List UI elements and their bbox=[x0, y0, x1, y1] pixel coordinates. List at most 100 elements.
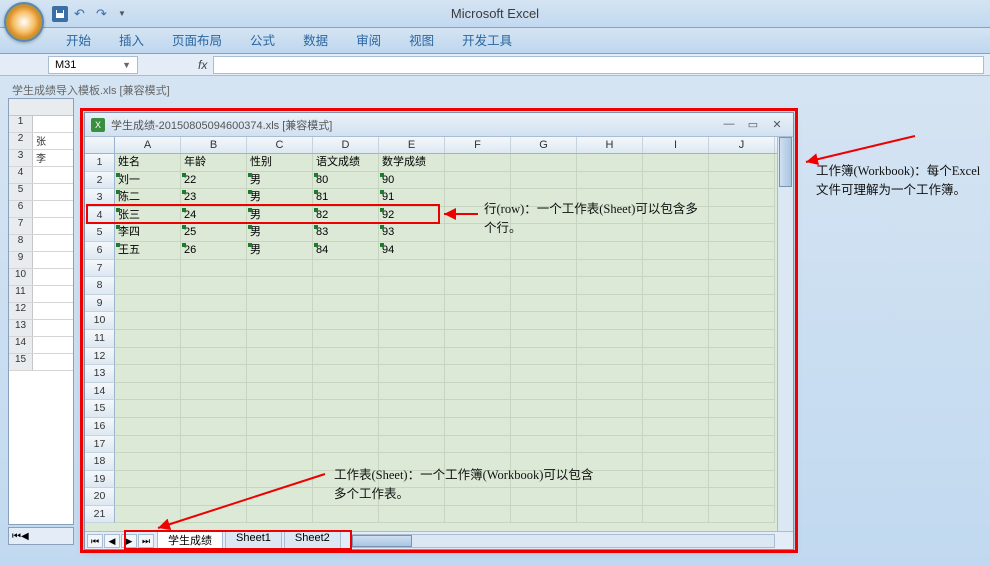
cell[interactable] bbox=[181, 471, 247, 489]
column-header-H[interactable]: H bbox=[577, 137, 643, 153]
cell[interactable]: 男 bbox=[247, 242, 313, 260]
cell[interactable] bbox=[709, 295, 775, 313]
cell[interactable] bbox=[577, 277, 643, 295]
ribbon-tab-4[interactable]: 数据 bbox=[289, 26, 342, 53]
cell[interactable] bbox=[643, 471, 709, 489]
cell[interactable] bbox=[511, 348, 577, 366]
cell[interactable] bbox=[709, 277, 775, 295]
cell[interactable] bbox=[247, 295, 313, 313]
nav-first-icon[interactable]: ⏮ bbox=[12, 531, 21, 542]
vertical-scrollbar[interactable] bbox=[777, 137, 793, 531]
cell[interactable] bbox=[709, 172, 775, 190]
cell[interactable] bbox=[511, 277, 577, 295]
cell[interactable] bbox=[115, 365, 181, 383]
cell[interactable] bbox=[181, 277, 247, 295]
cell[interactable] bbox=[511, 506, 577, 524]
save-icon[interactable] bbox=[52, 6, 68, 22]
cell[interactable] bbox=[709, 453, 775, 471]
row-header[interactable]: 3 bbox=[85, 189, 115, 207]
column-header-G[interactable]: G bbox=[511, 137, 577, 153]
cell[interactable] bbox=[511, 154, 577, 172]
cell[interactable] bbox=[247, 277, 313, 295]
cell[interactable] bbox=[247, 453, 313, 471]
cell[interactable] bbox=[247, 418, 313, 436]
sheet-tab-2[interactable]: Sheet2 bbox=[284, 530, 341, 549]
cell[interactable] bbox=[709, 488, 775, 506]
cell[interactable] bbox=[115, 418, 181, 436]
cell[interactable] bbox=[577, 154, 643, 172]
cell[interactable] bbox=[577, 242, 643, 260]
cell[interactable] bbox=[379, 383, 445, 401]
cell[interactable]: 男 bbox=[247, 207, 313, 225]
column-header-J[interactable]: J bbox=[709, 137, 775, 153]
column-header-D[interactable]: D bbox=[313, 137, 379, 153]
cell[interactable] bbox=[643, 154, 709, 172]
cell[interactable] bbox=[115, 260, 181, 278]
cell[interactable] bbox=[247, 506, 313, 524]
sheet-tab-1[interactable]: Sheet1 bbox=[225, 530, 282, 549]
cell[interactable] bbox=[115, 330, 181, 348]
cell[interactable] bbox=[709, 436, 775, 454]
qat-dropdown-icon[interactable]: ▼ bbox=[118, 9, 126, 18]
row-header[interactable]: 17 bbox=[85, 436, 115, 454]
horizontal-scrollbar[interactable] bbox=[351, 534, 775, 548]
cell[interactable] bbox=[379, 277, 445, 295]
cell[interactable]: 男 bbox=[247, 224, 313, 242]
cell[interactable]: 张三 bbox=[115, 207, 181, 225]
cell[interactable] bbox=[577, 172, 643, 190]
row-header[interactable]: 6 bbox=[85, 242, 115, 260]
cell[interactable] bbox=[313, 295, 379, 313]
ribbon-tab-5[interactable]: 审阅 bbox=[342, 26, 395, 53]
cell[interactable] bbox=[511, 418, 577, 436]
cell[interactable] bbox=[709, 260, 775, 278]
cell[interactable] bbox=[643, 295, 709, 313]
cell[interactable] bbox=[445, 154, 511, 172]
cell[interactable] bbox=[709, 506, 775, 524]
cell[interactable] bbox=[643, 348, 709, 366]
cell[interactable] bbox=[709, 383, 775, 401]
row-header[interactable]: 9 bbox=[85, 295, 115, 313]
cell[interactable] bbox=[313, 312, 379, 330]
name-box[interactable]: M31 ▼ bbox=[48, 56, 138, 74]
cell[interactable] bbox=[247, 471, 313, 489]
nav-prev-icon[interactable]: ◀ bbox=[21, 531, 29, 542]
cell[interactable] bbox=[247, 400, 313, 418]
cell[interactable] bbox=[247, 348, 313, 366]
cell[interactable]: 24 bbox=[181, 207, 247, 225]
ribbon-tab-0[interactable]: 开始 bbox=[52, 26, 105, 53]
formula-input[interactable] bbox=[213, 56, 984, 74]
cell[interactable]: 22 bbox=[181, 172, 247, 190]
row-header[interactable]: 20 bbox=[85, 488, 115, 506]
cell[interactable] bbox=[445, 295, 511, 313]
cell[interactable]: 语文成绩 bbox=[313, 154, 379, 172]
cell[interactable] bbox=[247, 488, 313, 506]
sheet-nav-btn-1[interactable]: ◀ bbox=[104, 534, 120, 548]
cell[interactable] bbox=[115, 383, 181, 401]
row-header[interactable]: 4 bbox=[85, 207, 115, 225]
cell[interactable] bbox=[709, 365, 775, 383]
cell[interactable] bbox=[379, 418, 445, 436]
cell[interactable]: 82 bbox=[313, 207, 379, 225]
cell[interactable] bbox=[181, 418, 247, 436]
cell[interactable] bbox=[181, 383, 247, 401]
cell[interactable] bbox=[643, 172, 709, 190]
cell[interactable] bbox=[643, 330, 709, 348]
column-header-F[interactable]: F bbox=[445, 137, 511, 153]
cell[interactable] bbox=[643, 365, 709, 383]
cell[interactable] bbox=[511, 400, 577, 418]
row-header[interactable]: 13 bbox=[85, 365, 115, 383]
cell[interactable] bbox=[709, 207, 775, 225]
cell[interactable] bbox=[181, 295, 247, 313]
cell[interactable] bbox=[379, 330, 445, 348]
cell[interactable] bbox=[709, 154, 775, 172]
cell[interactable] bbox=[247, 383, 313, 401]
ribbon-tab-3[interactable]: 公式 bbox=[236, 26, 289, 53]
cell[interactable] bbox=[445, 348, 511, 366]
cell[interactable] bbox=[445, 330, 511, 348]
cell[interactable] bbox=[445, 172, 511, 190]
cell[interactable] bbox=[511, 330, 577, 348]
cell[interactable] bbox=[643, 400, 709, 418]
cell[interactable] bbox=[313, 260, 379, 278]
cell[interactable] bbox=[577, 365, 643, 383]
cell[interactable] bbox=[115, 400, 181, 418]
